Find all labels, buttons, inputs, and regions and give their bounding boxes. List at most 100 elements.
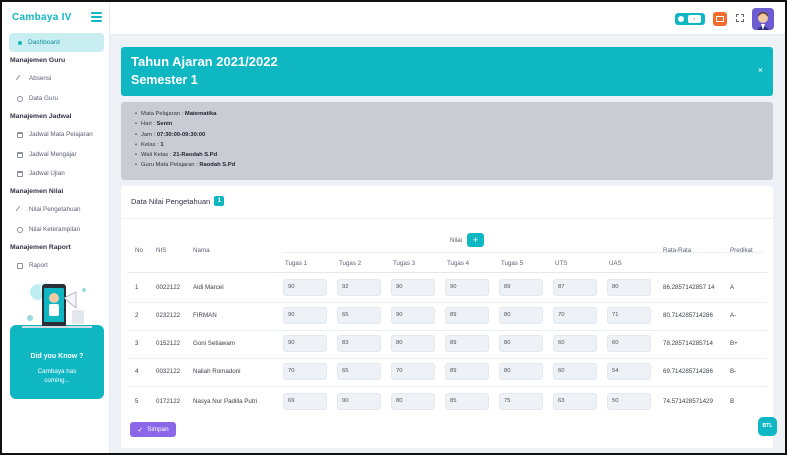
sidebar-item-label: Jadwal Ujian xyxy=(29,170,65,177)
close-icon[interactable]: × xyxy=(758,65,763,75)
score-input-tugas-4[interactable]: 89 xyxy=(445,335,489,352)
score-input-tugas-4[interactable]: 85 xyxy=(445,393,489,410)
sidebar-item-label: Nilai Pengetahuan xyxy=(29,206,81,213)
cell-nis: 0152122 xyxy=(156,340,181,347)
score-input-uts[interactable]: 70 xyxy=(553,307,597,324)
score-input-uas[interactable]: 71 xyxy=(607,307,651,324)
score-input-tugas-1[interactable]: 70 xyxy=(283,363,327,380)
score-input-uas[interactable]: 50 xyxy=(607,393,651,410)
class-info-list: Mata Pelajaran : Matematika Hari : Senin… xyxy=(135,109,235,171)
score-input-uts[interactable]: 63 xyxy=(553,393,597,410)
save-button-label: Simpan xyxy=(147,426,169,433)
mail-icon[interactable] xyxy=(713,12,727,26)
pen-icon xyxy=(15,74,25,83)
back-to-top-button[interactable]: BTL xyxy=(758,417,777,436)
table-row: 3 0152122 Goni Setiawam 90 83 80 89 80 6… xyxy=(121,331,773,359)
score-input-tugas-1[interactable]: 90 xyxy=(283,279,327,296)
score-input-tugas-2[interactable]: 92 xyxy=(337,279,381,296)
sidebar-item-jadwal-mata-pelajaran[interactable]: Jadwal Mata Pelajaran xyxy=(17,131,93,138)
col-header-tugas-4: Tugas 4 xyxy=(447,260,470,267)
score-input-tugas-3[interactable]: 90 xyxy=(391,307,435,324)
score-input-uts[interactable]: 87 xyxy=(553,279,597,296)
score-input-tugas-3[interactable]: 80 xyxy=(391,393,435,410)
academic-year-banner: Tahun Ajaran 2021/2022 Semester 1 × xyxy=(121,47,773,96)
score-input-tugas-3[interactable]: 90 xyxy=(391,279,435,296)
sidebar-section-manajemen-jadwal: Manajemen Jadwal xyxy=(10,113,72,120)
cell-predikat: B xyxy=(730,398,735,405)
report-icon xyxy=(17,262,23,269)
sidebar-item-jadwal-ujian[interactable]: Jadwal Ujian xyxy=(17,170,65,177)
cell-no: 5 xyxy=(135,398,139,405)
sidebar-item-jadwal-mengajar[interactable]: Jadwal Mengajar xyxy=(17,151,77,158)
info-guru: Guru Mata Pelajaran : Raodah S.Pd xyxy=(135,160,235,170)
score-input-tugas-2[interactable]: 90 xyxy=(337,393,381,410)
theme-toggle-icon[interactable]: ◐ xyxy=(675,13,705,25)
sidebar-item-raport[interactable]: Raport xyxy=(17,262,48,269)
cell-rata-rata: 69.714285714286 xyxy=(663,368,713,375)
sidebar-item-nilai-keterampilan[interactable]: Nilai Keterampilan xyxy=(17,226,80,233)
sidebar-item-nilai-pengetahuan[interactable]: Nilai Pengetahuan xyxy=(15,205,81,214)
sidebar-section-manajemen-raport: Manajemen Raport xyxy=(10,244,71,251)
score-input-tugas-1[interactable]: 90 xyxy=(283,335,327,352)
sidebar-item-label: Jadwal Mata Pelajaran xyxy=(29,131,93,138)
toggle-knob xyxy=(678,16,684,22)
score-input-uts[interactable]: 60 xyxy=(553,363,597,380)
cell-rata-rata: 80.714285714286 xyxy=(663,312,713,319)
score-input-tugas-3[interactable]: 80 xyxy=(391,335,435,352)
sidebar-item-absensi[interactable]: Absensi xyxy=(15,74,51,83)
score-input-tugas-2[interactable]: 65 xyxy=(337,363,381,380)
score-input-tugas-4[interactable]: 90 xyxy=(445,279,489,296)
calendar-icon xyxy=(17,170,23,177)
users-icon xyxy=(17,95,23,102)
cell-nis: 0032122 xyxy=(156,368,181,375)
table-row: 5 0172122 Nasya Nur Padilla Putri 69 90 … xyxy=(121,389,773,417)
banner-subtitle: Semester 1 xyxy=(131,73,198,87)
score-input-tugas-4[interactable]: 89 xyxy=(445,307,489,324)
score-input-tugas-5[interactable]: 80 xyxy=(499,363,543,380)
score-input-uas[interactable]: 60 xyxy=(607,335,651,352)
cell-nama: Naliah Romadoni xyxy=(193,368,241,375)
sidebar-item-label: Raport xyxy=(29,262,48,269)
info-hari: Hari : Senin xyxy=(135,119,235,129)
banner-title: Tahun Ajaran 2021/2022 xyxy=(131,54,278,69)
score-input-uts[interactable]: 60 xyxy=(553,335,597,352)
save-button[interactable]: ✓ Simpan xyxy=(130,422,176,437)
cell-rata-rata: 74.571428571429 xyxy=(663,398,713,405)
score-input-tugas-2[interactable]: 83 xyxy=(337,335,381,352)
calendar-icon xyxy=(17,131,23,138)
sidebar-item-label: Dashboard xyxy=(28,39,60,46)
cell-nama: Aldi Marcel xyxy=(193,284,224,291)
promo-text: Cambaya has coming... xyxy=(37,368,77,384)
add-nilai-button[interactable]: + xyxy=(467,233,484,247)
score-input-tugas-5[interactable]: 80 xyxy=(499,335,543,352)
cell-nis: 0232122 xyxy=(156,312,181,319)
score-input-tugas-2[interactable]: 65 xyxy=(337,307,381,324)
divider xyxy=(127,272,767,273)
score-input-tugas-5[interactable]: 75 xyxy=(499,393,543,410)
score-input-tugas-5[interactable]: 80 xyxy=(499,307,543,324)
score-input-uas[interactable]: 54 xyxy=(607,363,651,380)
avatar[interactable] xyxy=(752,8,774,30)
phone-speaker-illustration xyxy=(22,282,92,328)
score-input-uas[interactable]: 80 xyxy=(607,279,651,296)
expand-icon[interactable] xyxy=(736,14,744,22)
score-input-tugas-5[interactable]: 89 xyxy=(499,279,543,296)
score-input-tugas-4[interactable]: 89 xyxy=(445,363,489,380)
score-input-tugas-1[interactable]: 90 xyxy=(283,307,327,324)
divider xyxy=(127,386,767,387)
brand-logo[interactable]: Cambaya IV xyxy=(12,12,72,23)
class-info-card: Mata Pelajaran : Matematika Hari : Senin… xyxy=(121,102,773,180)
cell-predikat: A- xyxy=(730,312,737,319)
score-input-tugas-1[interactable]: 69 xyxy=(283,393,327,410)
sidebar-item-data-guru[interactable]: Data Guru xyxy=(17,95,58,102)
cell-nama: Goni Setiawam xyxy=(193,340,235,347)
cell-no: 1 xyxy=(135,284,139,291)
cell-no: 2 xyxy=(135,312,139,319)
hamburger-menu-icon[interactable] xyxy=(91,12,102,22)
score-input-tugas-3[interactable]: 70 xyxy=(391,363,435,380)
check-icon: ✓ xyxy=(137,426,144,434)
info-kelas: Kelas : 1 xyxy=(135,140,235,150)
sidebar-section-manajemen-guru: Manajemen Guru xyxy=(10,57,66,64)
sidebar-item-dashboard[interactable]: Dashboard xyxy=(9,33,104,52)
divider xyxy=(283,252,763,253)
